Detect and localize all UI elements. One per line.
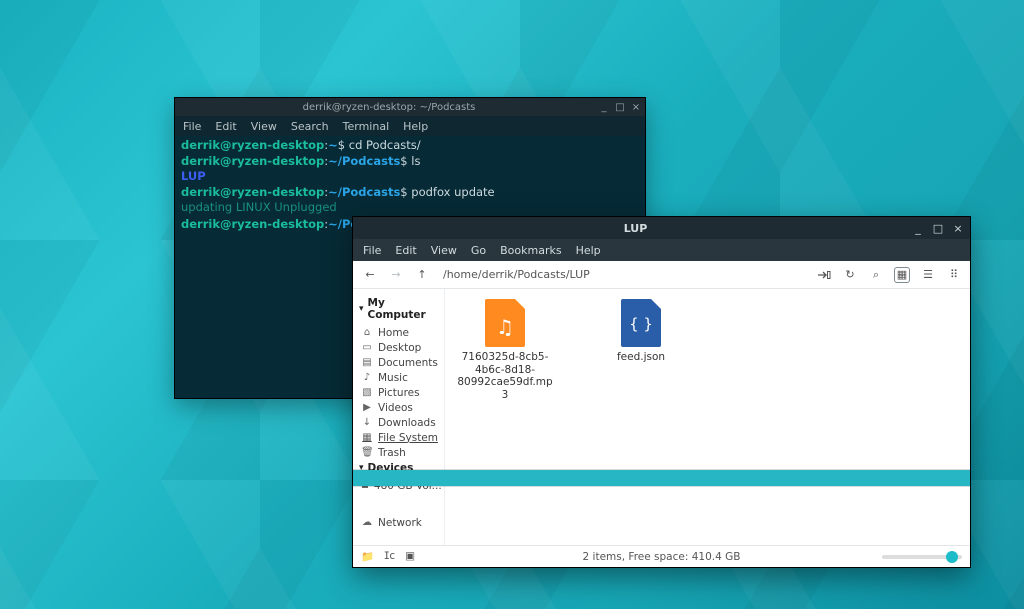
menu-edit[interactable]: Edit <box>215 120 236 133</box>
view-compact-button[interactable]: ⠿ <box>946 267 962 283</box>
view-list-button[interactable]: ☰ <box>920 267 936 283</box>
status-text: 2 items, Free space: 410.4 GB <box>353 551 970 563</box>
downloads-icon: ↓ <box>361 417 373 428</box>
menu-terminal[interactable]: Terminal <box>343 120 390 133</box>
home-icon: ⌂ <box>361 327 373 338</box>
status-bar: 📁 ⵊc ▣ 2 items, Free space: 410.4 GB <box>353 545 970 567</box>
music-icon: ♪ <box>361 372 373 383</box>
menu-file[interactable]: File <box>363 244 381 257</box>
terminal-titlebar[interactable]: derrik@ryzen-desktop: ~/Podcasts _ □ × <box>175 98 645 116</box>
menu-view[interactable]: View <box>251 120 277 133</box>
maximize-button[interactable]: □ <box>932 222 944 235</box>
location-path[interactable]: /home/derrik/Podcasts/LUP <box>439 268 808 281</box>
sidebar-item-trash[interactable]: 🗑Trash <box>359 445 440 460</box>
sidebar-item-desktop[interactable]: ▭Desktop <box>359 340 440 355</box>
terminal-title: derrik@ryzen-desktop: ~/Podcasts <box>179 102 599 113</box>
videos-icon: ▶ <box>361 402 373 413</box>
minimize-button[interactable]: _ <box>912 222 924 235</box>
file-item-json[interactable]: feed.json <box>593 299 689 364</box>
file-manager-titlebar[interactable]: LUP _ □ × <box>353 217 970 239</box>
podfox-output: updating LINUX Unplugged <box>181 200 337 214</box>
minimize-button[interactable]: _ <box>599 102 609 113</box>
file-pane[interactable]: 7160325d-8cb5-4b6c-8d18-80992cae59df.mp3… <box>445 289 970 545</box>
documents-icon: ▤ <box>361 357 373 368</box>
back-button[interactable]: ← <box>361 268 379 281</box>
menu-help[interactable]: Help <box>403 120 428 133</box>
sidebar-item-network[interactable]: ☁Network <box>359 515 440 530</box>
sidebar-item-documents[interactable]: ▤Documents <box>359 355 440 370</box>
sidebar-group-my-computer[interactable]: ▾My Computer <box>359 295 440 325</box>
sidebar-item-downloads[interactable]: ↓Downloads <box>359 415 440 430</box>
view-icons-button[interactable]: ▦ <box>894 267 910 283</box>
file-name: 7160325d-8cb5-4b6c-8d18-80992cae59df.mp3 <box>457 351 553 401</box>
up-button[interactable]: ↑ <box>413 268 431 281</box>
file-manager-title: LUP <box>359 222 912 235</box>
sidebar-item-filesystem[interactable]: ▦File System <box>359 430 440 445</box>
accent-strip <box>353 470 970 486</box>
terminal-menubar: File Edit View Search Terminal Help <box>175 116 645 136</box>
cmd: cd Podcasts/ <box>349 138 421 152</box>
desktop-icon: ▭ <box>361 342 373 353</box>
file-manager-toolbar: ← → ↑ /home/derrik/Podcasts/LUP ↻ ⌕ ▦ ☰ … <box>353 261 970 289</box>
file-name: feed.json <box>593 351 689 364</box>
menu-view[interactable]: View <box>431 244 457 257</box>
file-manager-window: LUP _ □ × File Edit View Go Bookmarks He… <box>353 217 970 567</box>
maximize-button[interactable]: □ <box>615 102 625 113</box>
close-button[interactable]: × <box>631 102 641 113</box>
menu-edit[interactable]: Edit <box>395 244 416 257</box>
menu-bookmarks[interactable]: Bookmarks <box>500 244 561 257</box>
close-button[interactable]: × <box>952 222 964 235</box>
trash-icon: 🗑 <box>361 447 373 458</box>
forward-button[interactable]: → <box>387 268 405 281</box>
network-icon: ☁ <box>361 517 373 528</box>
sidebar-item-music[interactable]: ♪Music <box>359 370 440 385</box>
file-manager-menubar: File Edit View Go Bookmarks Help <box>353 239 970 261</box>
audio-file-icon <box>485 299 525 347</box>
reload-icon[interactable]: ↻ <box>842 267 858 283</box>
pictures-icon: ▧ <box>361 387 373 398</box>
prompt-user: derrik@ryzen-desktop <box>181 138 324 152</box>
ls-output: LUP <box>181 169 206 183</box>
sidebar: ▾My Computer ⌂Home ▭Desktop ▤Documents ♪… <box>353 289 445 545</box>
drive-icon: ▦ <box>361 432 373 443</box>
menu-file[interactable]: File <box>183 120 201 133</box>
prompt-path: ~ <box>328 138 338 152</box>
menu-help[interactable]: Help <box>576 244 601 257</box>
sidebar-item-videos[interactable]: ▶Videos <box>359 400 440 415</box>
file-item-audio[interactable]: 7160325d-8cb5-4b6c-8d18-80992cae59df.mp3 <box>457 299 553 401</box>
search-icon[interactable]: ⌕ <box>868 267 884 283</box>
sidebar-item-home[interactable]: ⌂Home <box>359 325 440 340</box>
toggle-path-icon[interactable] <box>816 267 832 283</box>
menu-go[interactable]: Go <box>471 244 486 257</box>
json-file-icon <box>621 299 661 347</box>
zoom-slider[interactable] <box>882 555 962 559</box>
sidebar-item-pictures[interactable]: ▧Pictures <box>359 385 440 400</box>
menu-search[interactable]: Search <box>291 120 329 133</box>
